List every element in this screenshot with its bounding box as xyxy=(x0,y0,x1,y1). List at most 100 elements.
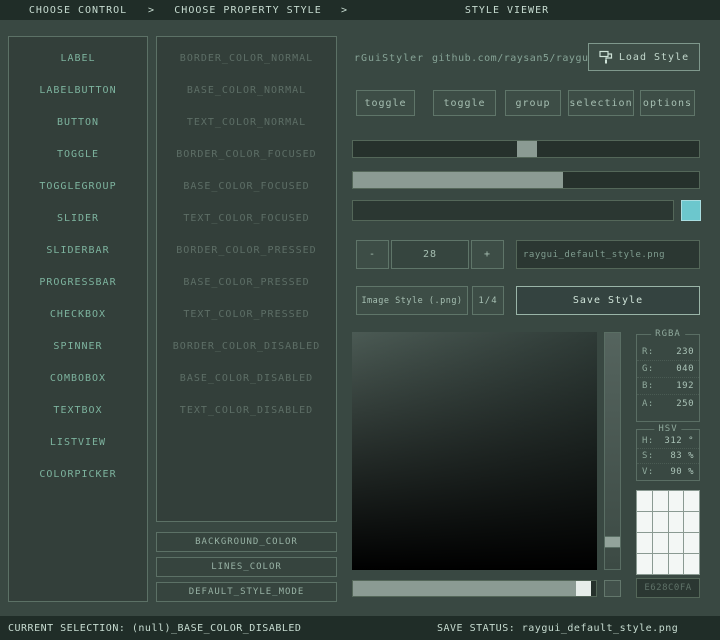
selection-toggle-button[interactable]: selection xyxy=(568,90,634,116)
palette-cell[interactable] xyxy=(684,491,699,511)
palette-cell[interactable] xyxy=(669,512,684,532)
properties-list-panel: BORDER_COLOR_NORMAL BASE_COLOR_NORMAL TE… xyxy=(156,36,337,522)
property-list-item[interactable]: BORDER_COLOR_DISABLED xyxy=(157,330,336,362)
hsv-panel: HSV H: 312 ° S: 83 % V: 90 % xyxy=(636,429,700,481)
header-style-viewer: STYLE VIEWER xyxy=(352,5,662,16)
control-list-item[interactable]: CHECKBOX xyxy=(9,298,147,330)
rgba-panel: RGBA R: 230 G: 040 B: 192 A: 250 xyxy=(636,334,700,422)
group-toggle-button[interactable]: group xyxy=(505,90,561,116)
hsv-s-label: S: xyxy=(642,451,654,461)
chevron-right-icon: > xyxy=(341,5,348,16)
sliderbar-preview[interactable] xyxy=(352,171,700,189)
control-list-item[interactable]: PROGRESSBAR xyxy=(9,266,147,298)
property-list-item[interactable]: TEXT_COLOR_DISABLED xyxy=(157,394,336,426)
control-list-item[interactable]: COLORPICKER xyxy=(9,458,147,490)
hsv-v-value: 90 % xyxy=(670,467,694,477)
property-list-item[interactable]: TEXT_COLOR_FOCUSED xyxy=(157,202,336,234)
hsv-panel-title: HSV xyxy=(654,424,681,434)
rgba-a-value: 250 xyxy=(676,399,694,409)
palette-cell[interactable] xyxy=(653,554,668,574)
palette-cell[interactable] xyxy=(653,533,668,553)
hue-slider-handle[interactable] xyxy=(604,536,621,548)
sliderbar-fill xyxy=(353,172,563,188)
control-list-item[interactable]: TEXTBOX xyxy=(9,394,147,426)
palette-cell[interactable] xyxy=(637,512,652,532)
color-picker-area[interactable] xyxy=(352,332,597,570)
chevron-right-icon: > xyxy=(148,5,155,16)
hsv-row: H: 312 ° xyxy=(637,434,699,449)
palette-cell[interactable] xyxy=(637,491,652,511)
slider-preview[interactable] xyxy=(352,140,700,158)
property-list-item[interactable]: BORDER_COLOR_NORMAL xyxy=(157,42,336,74)
color-sample-box[interactable] xyxy=(604,580,621,597)
property-list-item[interactable]: TEXT_COLOR_PRESSED xyxy=(157,298,336,330)
alpha-slider-handle[interactable] xyxy=(576,581,591,596)
hex-color-input[interactable]: E628C0FA xyxy=(636,578,700,598)
repo-url-label: github.com/raysan5/raygui xyxy=(432,53,595,64)
rgba-row: R: 230 xyxy=(637,344,699,361)
spinner-plus-button[interactable]: + xyxy=(471,240,504,269)
options-toggle-button[interactable]: options xyxy=(640,90,695,116)
lines-color-button[interactable]: LINES_COLOR xyxy=(156,557,337,577)
rgba-g-label: G: xyxy=(642,364,654,374)
toggle-button[interactable]: toggle xyxy=(356,90,415,116)
current-selection-status: CURRENT SELECTION: (null)_BASE_COLOR_DIS… xyxy=(8,623,301,634)
control-list-item[interactable]: SPINNER xyxy=(9,330,147,362)
control-list-item[interactable]: TOGGLE xyxy=(9,138,147,170)
hue-slider[interactable] xyxy=(604,332,621,570)
control-list-item[interactable]: SLIDER xyxy=(9,202,147,234)
spinner-minus-button[interactable]: - xyxy=(356,240,389,269)
rgba-r-label: R: xyxy=(642,347,654,357)
palette-cell[interactable] xyxy=(684,533,699,553)
ratio-value-box[interactable]: 1/4 xyxy=(472,286,504,315)
control-list-item[interactable]: LISTVIEW xyxy=(9,426,147,458)
filename-input[interactable]: raygui_default_style.png xyxy=(516,240,700,269)
hsv-h-label: H: xyxy=(642,436,654,446)
palette-cell[interactable] xyxy=(684,512,699,532)
palette-cell[interactable] xyxy=(653,491,668,511)
palette-cell[interactable] xyxy=(637,554,652,574)
control-list-item[interactable]: LABELBUTTON xyxy=(9,74,147,106)
slider-handle[interactable] xyxy=(517,141,537,157)
load-style-label: Load Style xyxy=(619,52,689,63)
palette-cell[interactable] xyxy=(653,512,668,532)
text-input[interactable] xyxy=(352,200,674,221)
control-list-item[interactable]: TOGGLEGROUP xyxy=(9,170,147,202)
alpha-slider[interactable] xyxy=(352,580,597,597)
property-list-item[interactable]: BORDER_COLOR_PRESSED xyxy=(157,234,336,266)
property-list-item[interactable]: BASE_COLOR_FOCUSED xyxy=(157,170,336,202)
control-list-item[interactable]: LABEL xyxy=(9,42,147,74)
property-list-item[interactable]: BASE_COLOR_NORMAL xyxy=(157,74,336,106)
header-choose-control: CHOOSE CONTROL xyxy=(8,5,148,16)
palette-cell[interactable] xyxy=(669,491,684,511)
status-bar: CURRENT SELECTION: (null)_BASE_COLOR_DIS… xyxy=(0,616,720,640)
palette-cell[interactable] xyxy=(669,554,684,574)
alpha-slider-fill xyxy=(353,581,576,596)
rgba-panel-title: RGBA xyxy=(651,329,685,339)
paint-roller-icon xyxy=(599,50,613,64)
rgba-row: G: 040 xyxy=(637,361,699,378)
save-style-button[interactable]: Save Style xyxy=(516,286,700,315)
control-list-item[interactable]: BUTTON xyxy=(9,106,147,138)
style-palette-grid xyxy=(636,490,700,575)
property-list-item[interactable]: BORDER_COLOR_FOCUSED xyxy=(157,138,336,170)
toggle-button[interactable]: toggle xyxy=(433,90,496,116)
property-list-item[interactable]: BASE_COLOR_PRESSED xyxy=(157,266,336,298)
property-list-item[interactable]: BASE_COLOR_DISABLED xyxy=(157,362,336,394)
rgba-b-label: B: xyxy=(642,381,654,391)
spinner-value[interactable]: 28 xyxy=(391,240,469,269)
rguistyler-window: CHOOSE CONTROL > CHOOSE PROPERTY STYLE >… xyxy=(0,0,720,640)
load-style-button[interactable]: Load Style xyxy=(588,43,700,71)
image-style-button[interactable]: Image Style (.png) xyxy=(356,286,468,315)
palette-cell[interactable] xyxy=(637,533,652,553)
palette-cell[interactable] xyxy=(669,533,684,553)
default-style-mode-button[interactable]: DEFAULT_STYLE_MODE xyxy=(156,582,337,602)
hsv-row: S: 83 % xyxy=(637,449,699,464)
hsv-h-value: 312 ° xyxy=(664,436,694,446)
background-color-button[interactable]: BACKGROUND_COLOR xyxy=(156,532,337,552)
control-list-item[interactable]: COMBOBOX xyxy=(9,362,147,394)
control-list-item[interactable]: SLIDERBAR xyxy=(9,234,147,266)
property-list-item[interactable]: TEXT_COLOR_NORMAL xyxy=(157,106,336,138)
checkbox-preview[interactable] xyxy=(681,200,701,221)
palette-cell[interactable] xyxy=(684,554,699,574)
